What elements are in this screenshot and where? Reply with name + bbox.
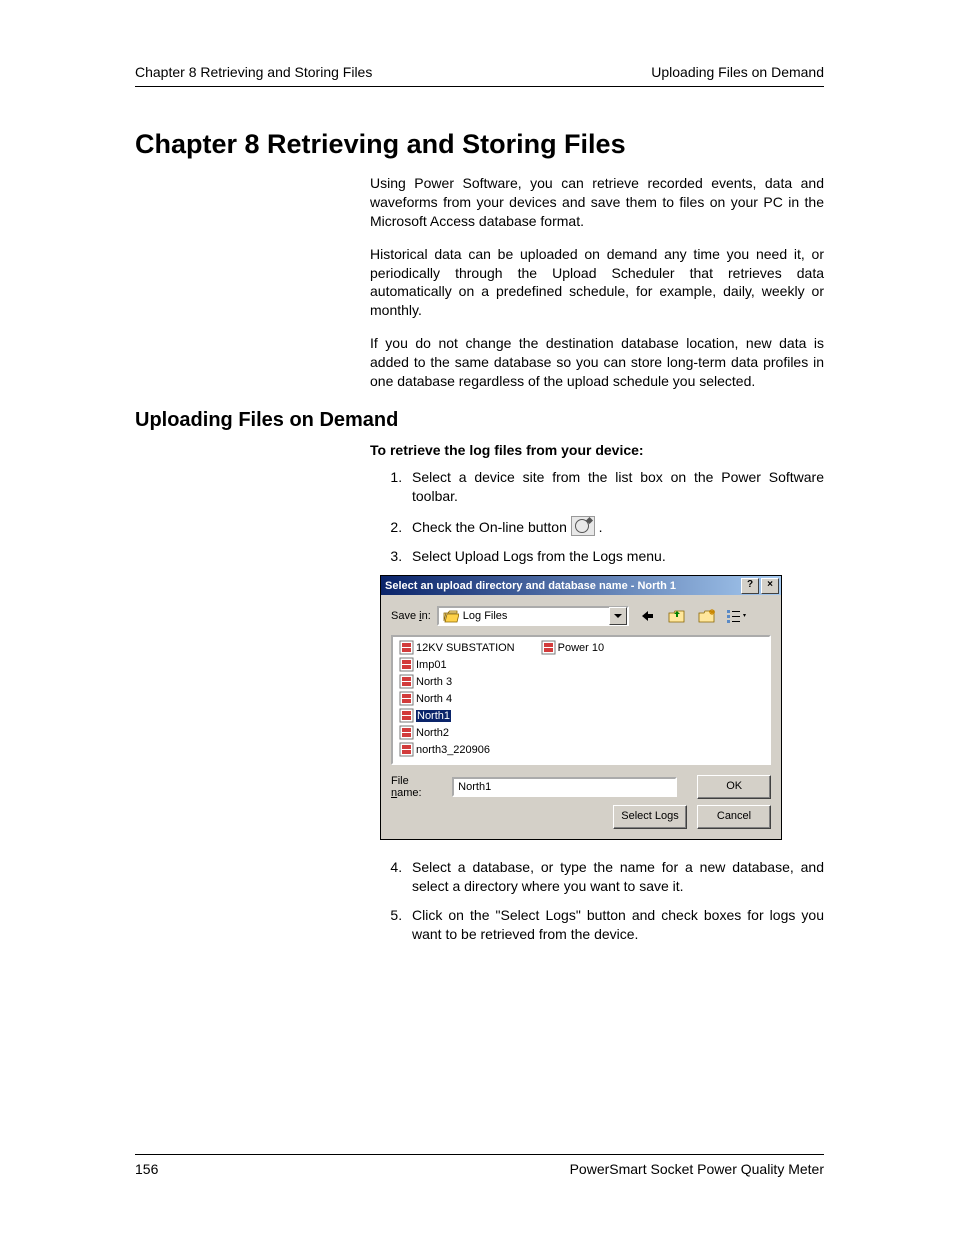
file-item-label: 12KV SUBSTATION xyxy=(416,642,515,654)
step-item: Select a database, or type the name for … xyxy=(406,858,824,896)
header-right: Uploading Files on Demand xyxy=(651,64,824,80)
close-button[interactable]: × xyxy=(761,578,779,594)
database-file-icon xyxy=(541,640,556,655)
intro-paragraph: If you do not change the destination dat… xyxy=(370,334,824,391)
intro-paragraph: Historical data can be uploaded on deman… xyxy=(370,245,824,321)
file-item-label: Imp01 xyxy=(416,659,447,671)
new-folder-button[interactable] xyxy=(695,605,719,627)
file-item-label: Power 10 xyxy=(558,642,604,654)
folder-new-icon xyxy=(698,608,716,624)
help-button[interactable]: ? xyxy=(741,578,759,594)
database-file-icon xyxy=(399,691,414,706)
procedure-list-continued: Select a database, or type the name for … xyxy=(370,858,824,944)
file-item[interactable]: north3_220906 xyxy=(399,741,523,758)
dialog-titlebar[interactable]: Select an upload directory and database … xyxy=(381,576,781,595)
step-item: Select Upload Logs from the Logs menu. xyxy=(406,547,824,566)
file-item[interactable]: North 3 xyxy=(399,673,523,690)
save-dialog: Select an upload directory and database … xyxy=(380,575,782,840)
file-item-label: North 3 xyxy=(416,676,452,688)
filename-label: File name: xyxy=(391,775,442,799)
step-item: Click on the "Select Logs" button and ch… xyxy=(406,906,824,944)
file-item[interactable]: 12KV SUBSTATION xyxy=(399,639,523,656)
procedure-list: Select a device site from the list box o… xyxy=(370,468,824,566)
step-item: Check the On-line button . xyxy=(406,516,824,537)
filename-input[interactable]: North1 xyxy=(452,777,677,797)
save-in-value: Log Files xyxy=(463,610,609,622)
header-left: Chapter 8 Retrieving and Storing Files xyxy=(135,64,372,80)
dialog-title: Select an upload directory and database … xyxy=(385,580,739,592)
cancel-button[interactable]: Cancel xyxy=(697,805,771,829)
database-file-icon xyxy=(399,657,414,672)
folder-open-icon xyxy=(443,610,459,623)
file-item-label: north3_220906 xyxy=(416,744,490,756)
view-list-icon xyxy=(726,608,748,624)
step-item: Select a device site from the list box o… xyxy=(406,468,824,506)
database-file-icon xyxy=(399,640,414,655)
file-item[interactable]: Power 10 xyxy=(541,639,612,656)
ok-button[interactable]: OK xyxy=(697,775,771,799)
database-file-icon xyxy=(399,742,414,757)
file-item-label: North 4 xyxy=(416,693,452,705)
back-button[interactable] xyxy=(635,605,659,627)
view-menu-button[interactable] xyxy=(725,605,749,627)
database-file-icon xyxy=(399,708,414,723)
file-item[interactable]: North 4 xyxy=(399,690,523,707)
file-item-label: North1 xyxy=(416,710,451,722)
intro-block: Using Power Software, you can retrieve r… xyxy=(370,174,824,391)
up-one-level-button[interactable] xyxy=(665,605,689,627)
intro-paragraph: Using Power Software, you can retrieve r… xyxy=(370,174,824,231)
running-header: Chapter 8 Retrieving and Storing Files U… xyxy=(135,64,824,87)
database-file-icon xyxy=(399,674,414,689)
save-in-combo[interactable]: Log Files xyxy=(437,606,629,626)
online-button-icon xyxy=(571,516,595,536)
file-item[interactable]: Imp01 xyxy=(399,656,523,673)
page-number: 156 xyxy=(135,1161,158,1177)
save-in-label: Save in: xyxy=(391,610,431,622)
arrow-left-icon xyxy=(639,609,655,623)
product-name: PowerSmart Socket Power Quality Meter xyxy=(570,1161,824,1177)
procedure-lead: To retrieve the log files from your devi… xyxy=(370,442,824,458)
chapter-title: Chapter 8 Retrieving and Storing Files xyxy=(135,129,824,160)
file-item[interactable]: North1 xyxy=(399,707,523,724)
select-logs-button[interactable]: Select Logs xyxy=(613,805,687,829)
folder-up-icon xyxy=(668,608,686,624)
file-item-label: North2 xyxy=(416,727,449,739)
page-footer: 156 PowerSmart Socket Power Quality Mete… xyxy=(135,1154,824,1177)
database-file-icon xyxy=(399,725,414,740)
file-item[interactable]: North2 xyxy=(399,724,523,741)
file-list-pane[interactable]: 12KV SUBSTATION Imp01 North 3 North 4 North1… xyxy=(391,635,771,765)
section-title: Uploading Files on Demand xyxy=(135,409,824,432)
dropdown-arrow-icon[interactable] xyxy=(609,607,627,625)
